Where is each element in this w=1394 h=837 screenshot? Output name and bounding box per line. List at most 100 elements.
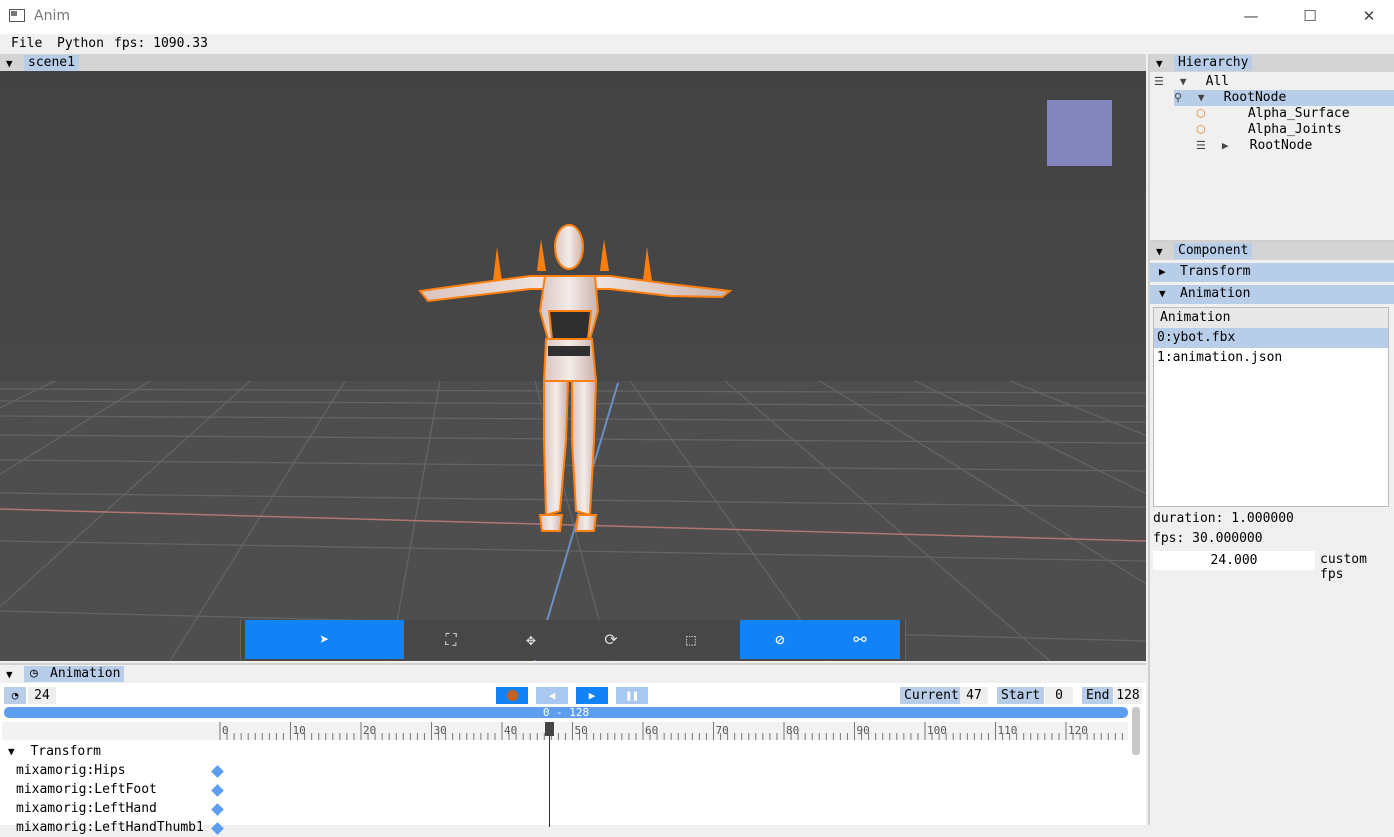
expand-arrow-icon[interactable]: ▼: [1198, 90, 1210, 106]
hide-icon[interactable]: ⊘: [740, 620, 820, 659]
right-panel: ▼ Hierarchy ☰ ▼ All ⚲ ▼ RootNode ⬡ Alpha…: [1148, 54, 1394, 825]
expand-arrow-icon[interactable]: ▼: [1180, 74, 1192, 90]
collapse-arrow-icon[interactable]: ▼: [6, 668, 13, 681]
tree-item-all[interactable]: ☰ ▼ All: [1154, 74, 1229, 90]
view-cube[interactable]: [1047, 100, 1112, 166]
bone-node-icon: ⚲: [1174, 91, 1183, 104]
select-arrow-icon[interactable]: ➤: [245, 620, 404, 659]
ruler-ticks: 0 10 20 30 40 50 60 70 80 90 100 110 120: [219, 722, 1123, 740]
collapse-arrow-icon: ▼: [1159, 287, 1166, 300]
record-icon: [506, 690, 518, 701]
keyframe-diamond[interactable]: [211, 822, 224, 835]
collapse-arrow-icon: ▼: [8, 745, 15, 758]
maximize-button[interactable]: ☐: [1281, 0, 1339, 32]
track-row[interactable]: mixamorig:Hips: [16, 761, 126, 780]
fps-readout: fps: 1090.33: [114, 36, 208, 51]
track-row[interactable]: mixamorig:LeftHand: [16, 799, 157, 818]
collapse-arrow-icon[interactable]: ▼: [1156, 245, 1163, 258]
window-title: Anim: [34, 8, 70, 24]
3d-viewport[interactable]: ➤ ⛶ ✥ ⟳ ⬚ ⊘ ⚯: [0, 71, 1146, 661]
playhead-handle[interactable]: [545, 722, 554, 736]
custom-fps-input[interactable]: 24.000: [1153, 551, 1315, 570]
tab-component[interactable]: Component: [1174, 243, 1253, 259]
end-frame-input[interactable]: 128: [1114, 687, 1142, 704]
tab-scene1[interactable]: scene1: [24, 55, 79, 71]
list-item[interactable]: 1:animation.json: [1154, 348, 1388, 368]
clock-icon: ◷: [30, 666, 38, 681]
list-item[interactable]: 0:ybot.fbx: [1154, 328, 1388, 348]
play-backward-button[interactable]: ◀: [536, 687, 568, 704]
menu-python[interactable]: Python: [57, 36, 104, 51]
pause-button[interactable]: ❚❚: [616, 687, 648, 704]
ruler-label: 50: [575, 724, 588, 737]
move-icon[interactable]: ✥: [511, 620, 551, 659]
tab-animation[interactable]: Animation: [24, 666, 125, 682]
animation-tab-bar: ▼ Animation ◷: [0, 665, 1146, 683]
ruler-label: 90: [857, 724, 870, 737]
animation-header[interactable]: ▼ Animation: [1150, 285, 1394, 304]
custom-fps-label: custom fps: [1320, 552, 1367, 582]
title-bar: Anim — ☐ ✕: [0, 0, 1394, 34]
list-icon: ☰: [1154, 75, 1164, 88]
viewport-tab-bar: ▼ scene1: [0, 54, 1146, 72]
list-icon: ☰: [1196, 139, 1206, 152]
minimize-button[interactable]: —: [1222, 0, 1280, 32]
ruler-label: 20: [363, 724, 376, 737]
ruler-label: 70: [716, 724, 729, 737]
collapse-arrow-icon[interactable]: ▼: [6, 57, 13, 70]
scene-canvas: [0, 71, 1146, 661]
collapsed-arrow-icon[interactable]: ▶: [1222, 138, 1234, 154]
current-frame-input[interactable]: 47: [960, 687, 988, 704]
keyframe-diamond[interactable]: [211, 803, 224, 816]
duration-label: duration: 1.000000: [1153, 511, 1294, 526]
ruler-label: 30: [434, 724, 447, 737]
start-label: Start: [997, 687, 1045, 704]
gizmo-toolbar: ➤ ⛶ ✥ ⟳ ⬚ ⊘ ⚯: [240, 620, 906, 660]
ruler-label: 0: [222, 724, 229, 737]
keyframe-diamond[interactable]: [211, 765, 224, 778]
rect-select-icon[interactable]: ⬚: [671, 620, 711, 659]
speed-value[interactable]: 24: [28, 687, 56, 704]
end-label: End: [1082, 687, 1114, 704]
scrollbar[interactable]: [1132, 707, 1140, 755]
tree-item-rootnode[interactable]: ⚲ ▼ RootNode: [1174, 90, 1394, 106]
expand-arrow-icon: ▶: [1159, 265, 1166, 278]
current-label: Current: [900, 687, 963, 704]
frame-icon[interactable]: ⛶: [431, 620, 471, 659]
component-tab-bar: ▼ Component: [1150, 242, 1394, 260]
bone-icon[interactable]: ⚯: [820, 620, 900, 659]
tree-item-rootnode-child[interactable]: ☰ ▶ RootNode: [1196, 138, 1312, 154]
play-forward-button[interactable]: ▶: [576, 687, 608, 704]
animation-panel: ▼ Animation ◷ ◔ 24 ◀ ▶ ❚❚ Current 47 Sta…: [0, 663, 1146, 835]
fps-label: fps: 30.000000: [1153, 531, 1263, 546]
track-row[interactable]: mixamorig:LeftHandThumb1: [16, 818, 204, 837]
mesh-icon: ⬡: [1196, 123, 1206, 136]
mesh-icon: ⬡: [1196, 107, 1206, 120]
menu-file[interactable]: File: [11, 36, 42, 51]
menu-bar: File Python fps: 1090.33: [0, 34, 1394, 54]
ruler-label: 110: [998, 724, 1018, 737]
close-button[interactable]: ✕: [1340, 0, 1394, 32]
ruler-label: 80: [786, 724, 799, 737]
animation-list[interactable]: Animation 0:ybot.fbx 1:animation.json: [1153, 307, 1389, 507]
ruler-label: 120: [1068, 724, 1088, 737]
start-frame-input[interactable]: 0: [1045, 687, 1073, 704]
tree-item-alpha-joints[interactable]: ⬡ Alpha_Joints: [1196, 122, 1342, 138]
playhead-line: [549, 722, 550, 827]
record-button[interactable]: [496, 687, 528, 704]
ruler-label: 100: [927, 724, 947, 737]
app-icon: [9, 9, 25, 22]
rotate-icon[interactable]: ⟳: [591, 620, 631, 659]
tree-item-alpha-surface[interactable]: ⬡ Alpha_Surface: [1196, 106, 1350, 122]
ruler-label: 40: [504, 724, 517, 737]
ruler-label: 60: [645, 724, 658, 737]
timeline-ruler[interactable]: 0 10 20 30 40 50 60 70 80 90 100 110 120: [2, 722, 1128, 740]
range-slider[interactable]: 0 - 128: [4, 707, 1128, 718]
tab-hierarchy[interactable]: Hierarchy: [1174, 55, 1253, 71]
transform-group[interactable]: ▼ Transform: [8, 742, 101, 761]
collapse-arrow-icon[interactable]: ▼: [1156, 57, 1163, 70]
keyframe-diamond[interactable]: [211, 784, 224, 797]
transform-header[interactable]: ▶ Transform: [1150, 263, 1394, 282]
hierarchy-tab-bar: ▼ Hierarchy: [1150, 54, 1394, 72]
track-row[interactable]: mixamorig:LeftFoot: [16, 780, 157, 799]
